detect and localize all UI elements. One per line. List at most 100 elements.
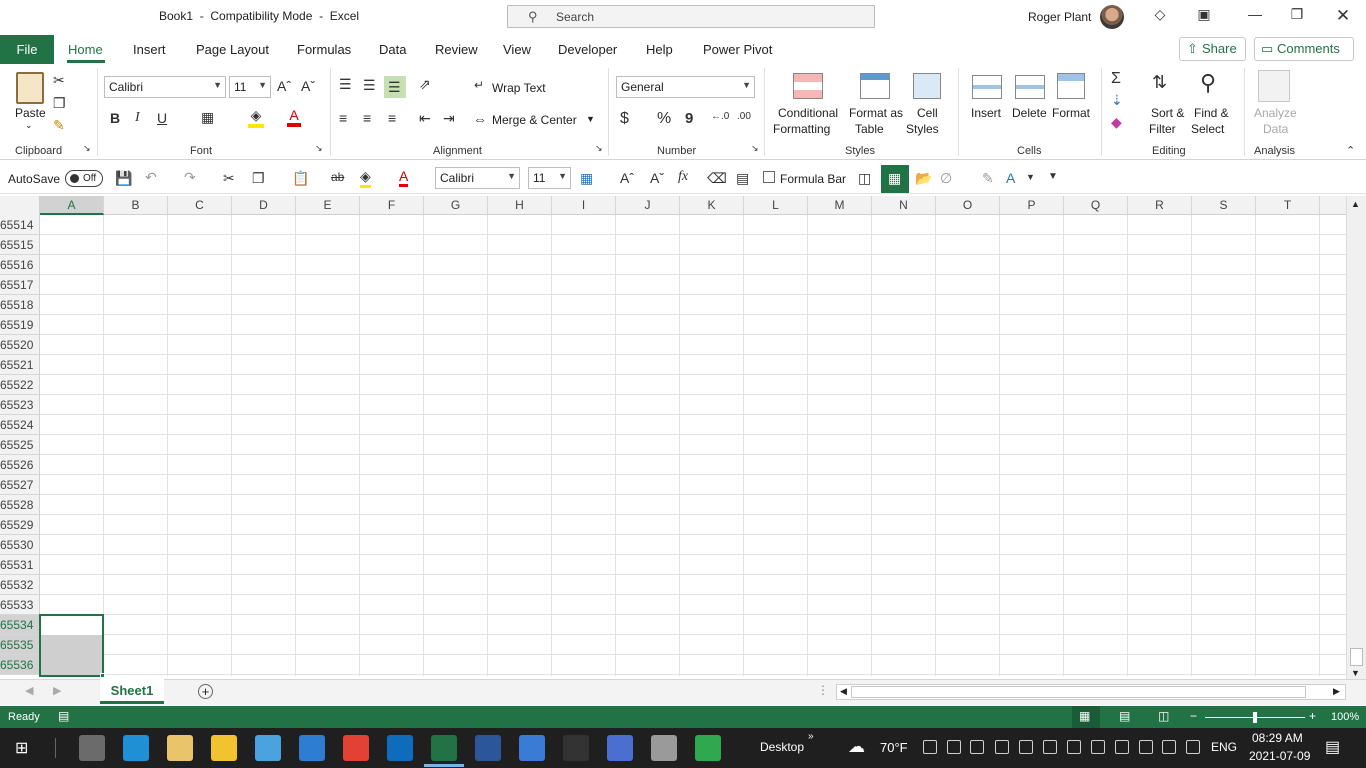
strikethrough-icon[interactable]: ab [331,170,344,184]
column-header-a[interactable]: A [40,196,104,215]
align-right-icon[interactable]: ≡ [388,110,396,126]
row-header[interactable]: 65525 [0,435,40,455]
copy-icon[interactable]: ❐ [53,95,66,112]
cloud-icon[interactable] [1043,740,1057,754]
scroll-thumb[interactable] [851,686,1306,698]
chart-icon[interactable]: ∅ [940,170,952,187]
underline-button[interactable]: U [157,110,167,126]
tab-view[interactable]: View [503,42,531,57]
percent-button[interactable]: % [657,110,671,128]
decrease-font-icon[interactable]: Aˇ [301,78,315,94]
cell-styles-label-2[interactable]: Styles [906,122,939,136]
column-header-t[interactable]: T [1256,196,1320,215]
tab-data[interactable]: Data [379,42,406,57]
increase-decimal-icon[interactable]: ←.0 [711,111,729,122]
align-top-icon[interactable]: ☰ [339,76,352,93]
align-middle-icon[interactable]: ☰ [363,77,376,94]
pen-icon[interactable]: ✎ [982,170,994,187]
cell-grid[interactable] [40,215,1346,676]
align-left-icon[interactable]: ≡ [339,110,347,126]
row-header[interactable]: 65523 [0,395,40,415]
format-painter-icon[interactable]: ✎ [53,117,65,134]
copy-icon[interactable]: ❐ [252,170,265,187]
column-header-n[interactable]: N [872,196,936,215]
tab-insert[interactable]: Insert [133,42,166,57]
remote-desktop-icon[interactable] [519,735,545,761]
font-name-select[interactable]: Calibri ▼ [104,76,226,98]
row-header[interactable]: 65518 [0,295,40,315]
paste-label[interactable]: Paste [15,106,46,120]
tab-review[interactable]: Review [435,42,478,57]
row-header[interactable]: 65519 [0,315,40,335]
row-header[interactable]: 65527 [0,475,40,495]
edge-icon[interactable] [123,735,149,761]
column-header-i[interactable]: I [552,196,616,215]
qat-font-select[interactable]: Calibri ▼ [435,167,520,189]
row-header[interactable]: 65520 [0,335,40,355]
format-button[interactable]: Format [1052,106,1090,120]
format-as-table-icon[interactable] [860,73,890,99]
zoom-level[interactable]: 100% [1331,711,1359,723]
wifi-icon[interactable] [1139,740,1153,754]
redo-icon[interactable]: ↷ [184,169,196,186]
column-header-r[interactable]: R [1128,196,1192,215]
clock-date[interactable]: 2021-07-09 [1249,749,1310,763]
column-header-c[interactable]: C [168,196,232,215]
file-explorer-icon[interactable] [211,735,237,761]
paint-icon[interactable] [167,735,193,761]
tab-formulas[interactable]: Formulas [297,42,351,57]
diamond-icon[interactable]: ◇ [1148,6,1172,28]
zoom-out-icon[interactable]: − [1190,709,1197,723]
dialog-launcher-icon[interactable]: ↘ [83,143,91,154]
merge-icon[interactable]: ⇔ [473,111,487,127]
chrome-icon[interactable] [343,735,369,761]
column-header-g[interactable]: G [424,196,488,215]
column-header-m[interactable]: M [808,196,872,215]
currency-button[interactable]: $ [620,110,629,128]
scroll-up-icon[interactable]: ▲ [1351,199,1360,209]
column-header-b[interactable]: B [104,196,168,215]
column-header-h[interactable]: H [488,196,552,215]
tab-power-pivot[interactable]: Power Pivot [703,42,772,57]
text-style-icon[interactable]: A [1006,170,1015,186]
delete-button[interactable]: Delete [1012,106,1047,120]
row-header[interactable]: 65521 [0,355,40,375]
find-select-icon[interactable]: ⚲ [1200,70,1216,96]
column-header-k[interactable]: K [680,196,744,215]
save-icon[interactable]: 💾 [115,170,132,187]
column-header-l[interactable]: L [744,196,808,215]
restore-icon[interactable]: ❐ [1285,6,1309,28]
volume-icon[interactable] [1162,740,1176,754]
scroll-down-icon[interactable]: ▼ [1351,668,1360,678]
cut-icon[interactable]: ✂ [53,72,65,89]
delete-cells-icon[interactable] [1015,75,1045,99]
column-header-o[interactable]: O [936,196,1000,215]
align-center-icon[interactable]: ≡ [363,110,371,126]
next-sheet-icon[interactable]: ▶ [53,684,61,697]
open-folder-icon[interactable]: 📂 [915,170,932,187]
macro-icon[interactable]: ▤ [58,709,69,723]
scroll-left-icon[interactable]: ◀ [840,686,847,697]
user-name[interactable]: Roger Plant [1028,10,1091,24]
row-header[interactable]: 65529 [0,515,40,535]
clear-format-icon[interactable]: ⌫ [707,170,727,187]
control-panel-icon[interactable] [255,735,281,761]
cell-styles-label-1[interactable]: Cell [917,106,938,120]
display-icon[interactable] [1186,740,1200,754]
form-icon[interactable]: ▤ [736,170,749,187]
desktop-toolbar-label[interactable]: Desktop [760,740,804,754]
format-as-table-label-2[interactable]: Table [855,122,884,136]
ribbon-display-icon[interactable]: ▣ [1192,6,1216,28]
security-icon[interactable] [607,735,633,761]
analyze-data-label-1[interactable]: Analyze [1254,106,1297,120]
select-all-corner[interactable] [0,196,40,215]
row-header[interactable]: 65530 [0,535,40,555]
row-header[interactable]: 65515 [0,235,40,255]
expand-toolbar-icon[interactable]: » [808,731,814,742]
column-header-j[interactable]: J [616,196,680,215]
borders-icon[interactable]: ▦ [201,109,214,126]
tab-developer[interactable]: Developer [558,42,617,57]
tab-home[interactable]: Home [68,42,103,57]
page-break-icon[interactable]: ◫ [1158,709,1169,723]
minimize-icon[interactable]: — [1243,6,1267,28]
